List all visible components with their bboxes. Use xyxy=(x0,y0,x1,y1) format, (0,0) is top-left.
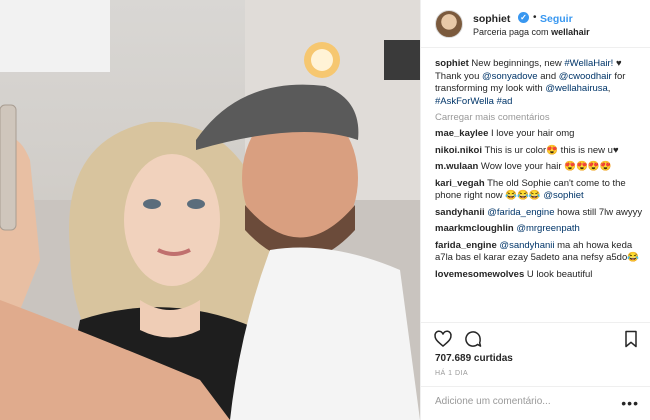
photo-illustration xyxy=(0,0,420,420)
add-comment-input[interactable] xyxy=(435,396,615,407)
bookmark-icon[interactable] xyxy=(621,329,641,349)
comment-mention[interactable]: @mrgreenpath xyxy=(516,223,580,234)
add-comment-bar: ••• xyxy=(421,386,650,420)
username[interactable]: sophiet xyxy=(473,13,510,25)
likes-count[interactable]: 707.689 curtidas xyxy=(435,353,513,364)
post-header: sophiet ✓ • Seguir Parceria paga com wel… xyxy=(421,0,650,48)
post-sidebar: sophiet ✓ • Seguir Parceria paga com wel… xyxy=(420,0,650,420)
comment-username[interactable]: sandyhanii xyxy=(435,207,485,218)
caption-link[interactable]: #ad xyxy=(497,96,513,107)
comment-text: U look beautiful xyxy=(524,268,593,280)
caption-link[interactable]: #WellaHair! xyxy=(564,58,613,69)
post-caption: sophiet New beginnings, new #WellaHair! … xyxy=(435,58,645,108)
comment-username[interactable]: kari_vegah xyxy=(435,178,485,189)
comment-mention[interactable]: @sandyhanii xyxy=(499,240,554,251)
woman-face xyxy=(124,154,220,286)
comment-row: m.wulaan Wow love your hair 😍😍😍😍 xyxy=(435,161,645,174)
post-photo[interactable] xyxy=(0,0,420,420)
comment-row: kari_vegah The old Sophie can't come to … xyxy=(435,178,645,203)
softbox-light xyxy=(0,0,110,72)
comment-row: mae_kaylee I love your hair omg xyxy=(435,128,645,141)
paid-partnership-label: Parceria paga com wellahair xyxy=(473,27,590,37)
caption-link[interactable]: @sonyadove xyxy=(482,71,538,82)
more-options-icon[interactable]: ••• xyxy=(621,395,639,411)
caption-link[interactable]: @cwoodhair xyxy=(559,71,612,82)
comment-text: howa still 7lw awyyy xyxy=(554,206,643,218)
woman-eye-right xyxy=(187,199,205,209)
post-timestamp[interactable]: HÁ 1 DIA xyxy=(435,370,468,377)
caption-username[interactable]: sophiet xyxy=(435,58,469,69)
comment-username[interactable]: lovemesomewolves xyxy=(435,269,524,280)
caption-text: and xyxy=(537,70,559,82)
partner-link[interactable]: wellahair xyxy=(551,27,590,37)
instagram-post: sophiet ✓ • Seguir Parceria paga com wel… xyxy=(0,0,650,420)
comment-row: maarkmcloughlin @mrgreenpath xyxy=(435,223,645,236)
comment-icon[interactable] xyxy=(463,329,483,349)
caption-text: New beginnings, new xyxy=(471,58,565,69)
comment-row: farida_engine @sandyhanii ma ah howa ked… xyxy=(435,240,645,265)
studio-lamp-bulb xyxy=(311,49,333,71)
load-more-comments-button[interactable]: Carregar mais comentários xyxy=(435,112,645,123)
comment-text: This is ur color😍 this is new u♥ xyxy=(481,144,619,156)
comment-username[interactable]: mae_kaylee xyxy=(435,128,488,139)
separator-dot: • xyxy=(533,12,537,23)
caption-link[interactable]: #AskForWella xyxy=(435,96,494,107)
phone xyxy=(0,104,17,231)
verified-badge-icon: ✓ xyxy=(518,12,529,23)
comment-username[interactable]: farida_engine xyxy=(435,240,497,251)
comment-mention[interactable]: @farida_engine xyxy=(487,207,554,218)
partnership-prefix: Parceria paga com xyxy=(473,27,549,37)
comment-row: nikoi.nikoi This is ur color😍 this is ne… xyxy=(435,145,645,158)
comment-username[interactable]: m.wulaan xyxy=(435,161,478,172)
comment-username[interactable]: nikoi.nikoi xyxy=(435,145,482,156)
comment-mention[interactable]: @sophiet xyxy=(543,190,583,201)
avatar[interactable] xyxy=(435,10,463,38)
follow-button[interactable]: Seguir xyxy=(540,13,573,25)
comments-list: sophiet New beginnings, new #WellaHair! … xyxy=(435,58,645,320)
heart-icon[interactable] xyxy=(433,329,453,349)
caption-text: , xyxy=(607,83,611,94)
comment-row: lovemesomewolves U look beautiful xyxy=(435,269,645,282)
caption-link[interactable]: @wellahairusa xyxy=(545,83,607,94)
studio-equipment xyxy=(384,40,420,80)
woman-eye-left xyxy=(143,199,161,209)
comment-username[interactable]: maarkmcloughlin xyxy=(435,223,514,234)
comment-text: Wow love your hair 😍😍😍😍 xyxy=(478,161,612,172)
comment-row: sandyhanii @farida_engine howa still 7lw… xyxy=(435,207,645,220)
comment-text: I love your hair omg xyxy=(488,128,575,139)
